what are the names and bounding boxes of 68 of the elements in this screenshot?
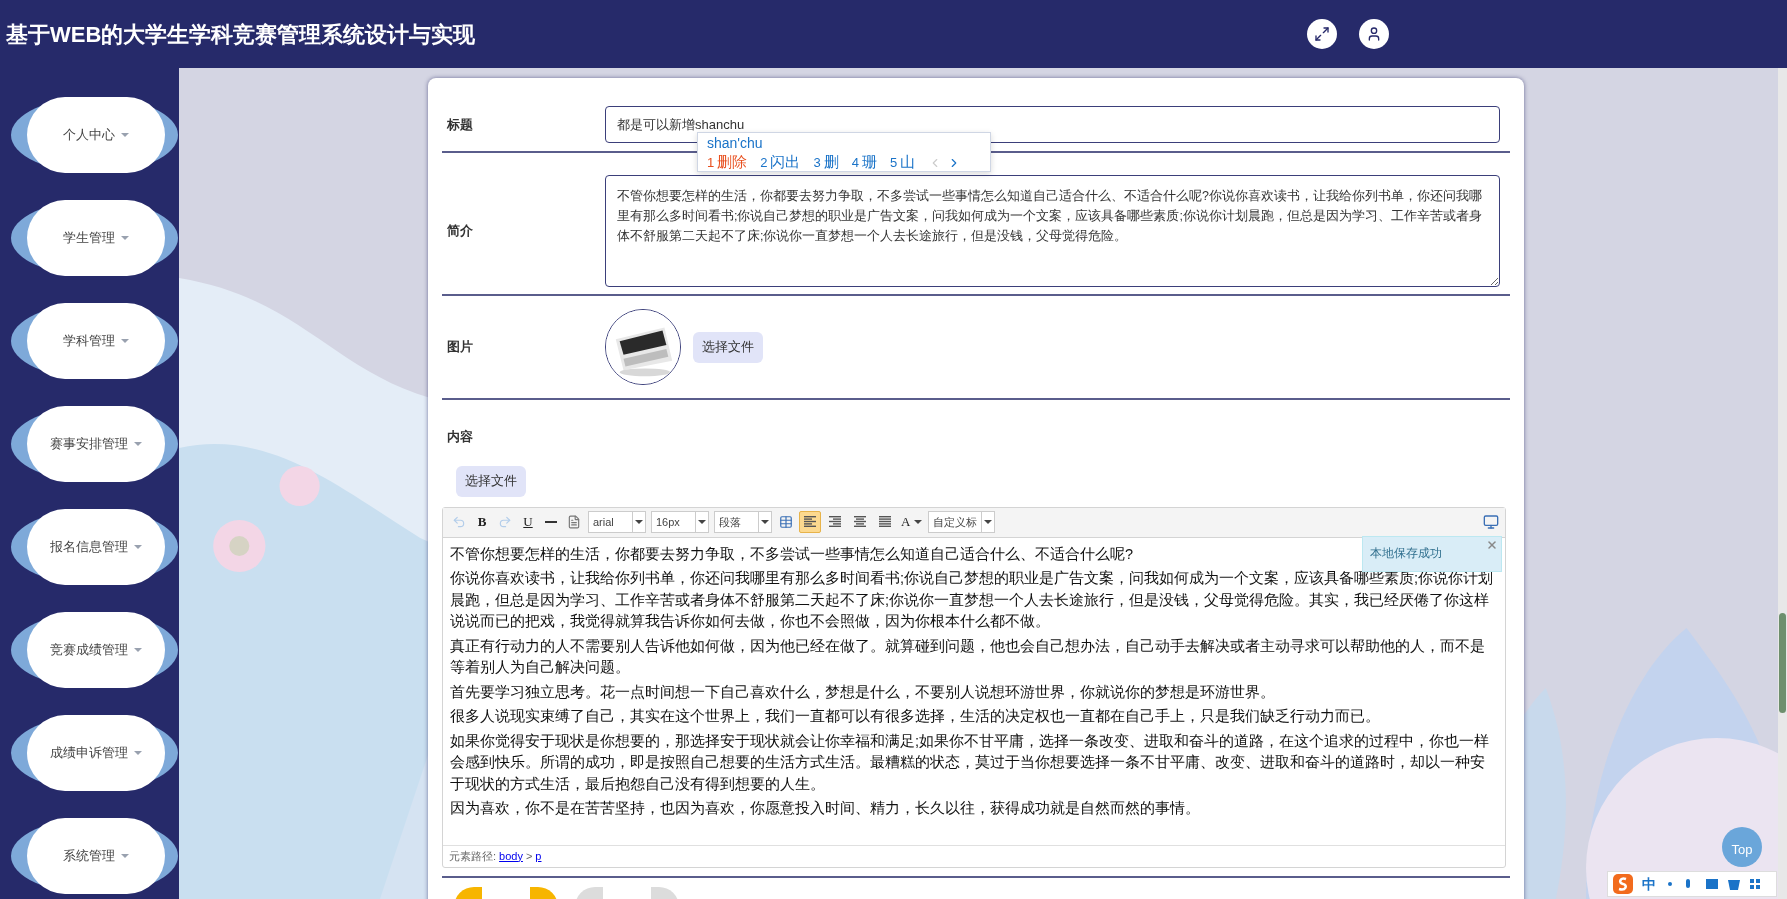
- dropdown-select[interactable]: arial: [588, 511, 646, 533]
- align-center-icon: [853, 516, 867, 528]
- dropdown-select[interactable]: 段落: [714, 511, 772, 533]
- ime-candidate[interactable]: 3 删: [813, 153, 839, 172]
- path-link[interactable]: body: [499, 847, 523, 865]
- caret-icon: [635, 520, 643, 524]
- editor-paragraph: 不管你想要怎样的生活，你都要去努力争取，不多尝试一些事情怎么知道自己适合什么、不适合什么呢?: [450, 544, 1134, 564]
- caret-icon: [698, 520, 706, 524]
- path-label: 元素路径:: [449, 848, 497, 864]
- ime-candidate[interactable]: 1 删除: [707, 153, 748, 172]
- caret-icon: [120, 236, 129, 240]
- user-icon: [1366, 26, 1382, 42]
- app-title: 基于WEB的大学生学科竞赛管理系统设计与实现: [6, 20, 476, 49]
- caret-icon: [120, 339, 129, 343]
- field-label: 内容: [446, 428, 474, 446]
- ime-candidate[interactable]: 5 山: [889, 153, 916, 172]
- field-label: 简介: [446, 221, 474, 240]
- caret-icon: [761, 520, 769, 524]
- field-label: 标题: [446, 115, 474, 134]
- font-color-button[interactable]: A: [899, 511, 925, 533]
- bold-button[interactable]: B: [472, 511, 492, 533]
- caret-icon: [120, 854, 129, 858]
- sidebar-menu-item[interactable]: 系统管理: [11, 818, 178, 894]
- sidebar-menu-item[interactable]: 个人中心: [11, 97, 178, 173]
- editor-paragraph: 首先要学习独立思考。花一点时间想一下自己喜欢什么，梦想是什么，不要别人说想环游世界，你就说你的梦想是环游世界。: [450, 682, 1275, 702]
- caret-icon: [120, 133, 129, 137]
- caret-icon: [133, 545, 142, 549]
- sidebar-menu-item[interactable]: 报名信息管理: [11, 509, 178, 585]
- editor-paragraph: 很多人说现实束缚了自己，其实在这个世界上，我们一直都可以有很多选择，生活的决定权也一直都在自己手上，只是我们缺乏行动力而已。: [450, 707, 1380, 726]
- ime-candidate[interactable]: 2 闪出: [760, 153, 801, 172]
- caret-icon: [914, 520, 923, 524]
- fullscreen-button[interactable]: [1307, 19, 1337, 49]
- align-button[interactable]: [799, 511, 821, 533]
- sidebar-menu-item[interactable]: 学生管理: [11, 200, 178, 276]
- ime-candidate[interactable]: 4 珊: [851, 153, 877, 172]
- editor-paragraph: 真正有行动力的人不需要别人告诉他如何做，因为他已经在做了。就算碰到问题，他也会自己想办法，自己动手去解决或者主动寻求可以帮助他的人，而不是等着别人为自己解决问题。: [450, 636, 1486, 677]
- align-justify-icon: [878, 516, 892, 528]
- document-icon: [567, 515, 581, 529]
- align-right-icon: [828, 516, 842, 528]
- align-left-icon: [803, 516, 817, 528]
- choose-file-button[interactable]: 选择文件: [456, 465, 526, 497]
- field-label: 图片: [446, 338, 474, 357]
- redo-icon: [498, 515, 512, 529]
- caret-icon: [984, 520, 993, 524]
- ime-mode[interactable]: 中: [1642, 873, 1656, 895]
- path-link[interactable]: p: [535, 847, 542, 865]
- dropdown-select[interactable]: 16px: [651, 511, 709, 533]
- user-button[interactable]: [1359, 19, 1389, 49]
- undo-icon: [452, 515, 466, 529]
- table-icon: [779, 515, 793, 529]
- sidebar-menu-item[interactable]: 竞赛成绩管理: [11, 612, 178, 688]
- caret-icon: [133, 648, 142, 652]
- underline-button[interactable]: U: [518, 511, 538, 533]
- caret-icon: [133, 751, 142, 755]
- dropdown-select[interactable]: 自定义标: [928, 511, 996, 533]
- save-toast: 本地保存成功: [1362, 535, 1502, 572]
- intro-textarea[interactable]: 不管你想要怎样的生活，你都要去努力争取，不多尝试一些事情怎么知道自己适合什么、不适合什么呢?你说你喜欢读书，让我给你列书单，你还问我哪里有那么多时间看书;你说自己梦想的职业是广告文案，问我如何成为一个文案，应该具备哪些素质;你说你计划晨跑，但总是因为学习、工作辛苦或者身体不舒服第二天起不了床;你说你一直梦想一个人去长途旅行，但是没钱，父母觉得危险。: [605, 174, 1500, 287]
- sidebar-menu-item[interactable]: 赛事安排管理: [11, 406, 178, 482]
- sidebar-menu-item[interactable]: 成绩申诉管理: [11, 715, 178, 791]
- fullscreen-icon: [1314, 26, 1330, 42]
- path-separator: >: [525, 848, 533, 864]
- choose-file-button[interactable]: 选择文件: [693, 331, 763, 363]
- caret-icon: [133, 442, 142, 446]
- editor-paragraph: 因为喜欢，你不是在苦苦坚持，也因为喜欢，你愿意投入时间、精力，长久以往，获得成功就是自然而然的事情。: [450, 799, 1200, 818]
- close-icon[interactable]: [1486, 538, 1498, 551]
- preview-icon[interactable]: [1483, 514, 1499, 530]
- editor-paragraph: 如果你觉得安于现状是你想要的，那选择安于现状就会让你幸福和满足;如果你不甘平庸，选择一条改变、进取和奋斗的道路，在这个追求的过程中，你也一样会感到快乐。所谓的成功，即是按照自己想要的生活方式生活。最糟糕的状态，莫过于当你想要选择一条不甘平庸、改变、进取和奋斗的道路时，却以一种安于现状的方式生活，最后抱怨自己没有得到想要的人生。: [450, 731, 1491, 794]
- sidebar-menu-item[interactable]: 学科管理: [11, 303, 178, 379]
